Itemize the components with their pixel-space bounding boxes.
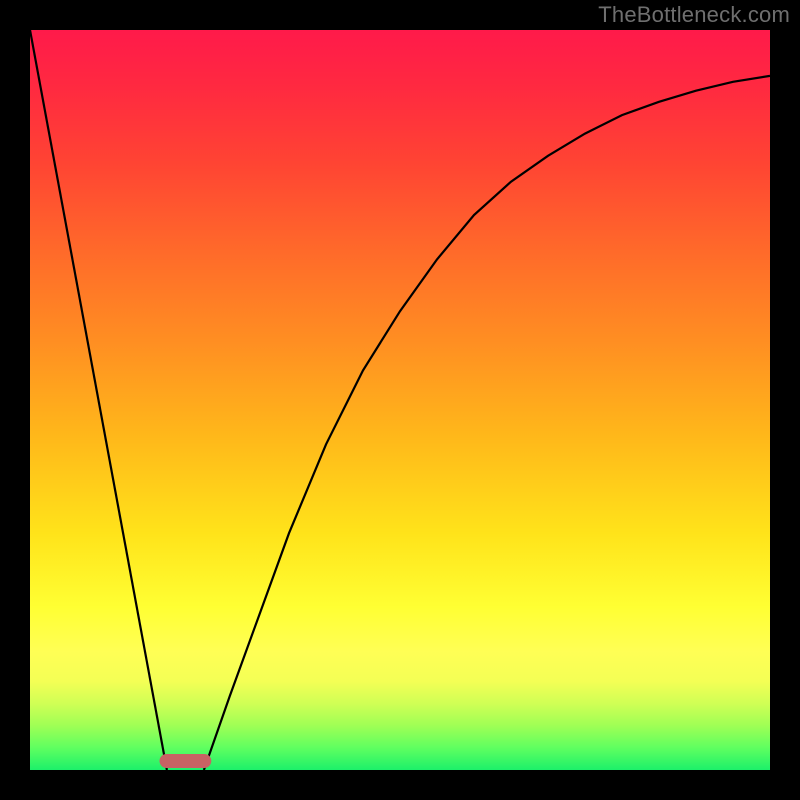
chart-frame: TheBottleneck.com: [0, 0, 800, 800]
watermark-text: TheBottleneck.com: [598, 2, 790, 28]
series-right-curve: [204, 76, 770, 770]
chart-svg: [30, 30, 770, 770]
optimal-marker: [160, 754, 212, 768]
plot-area: [30, 30, 770, 770]
series-left-slope: [30, 30, 167, 770]
